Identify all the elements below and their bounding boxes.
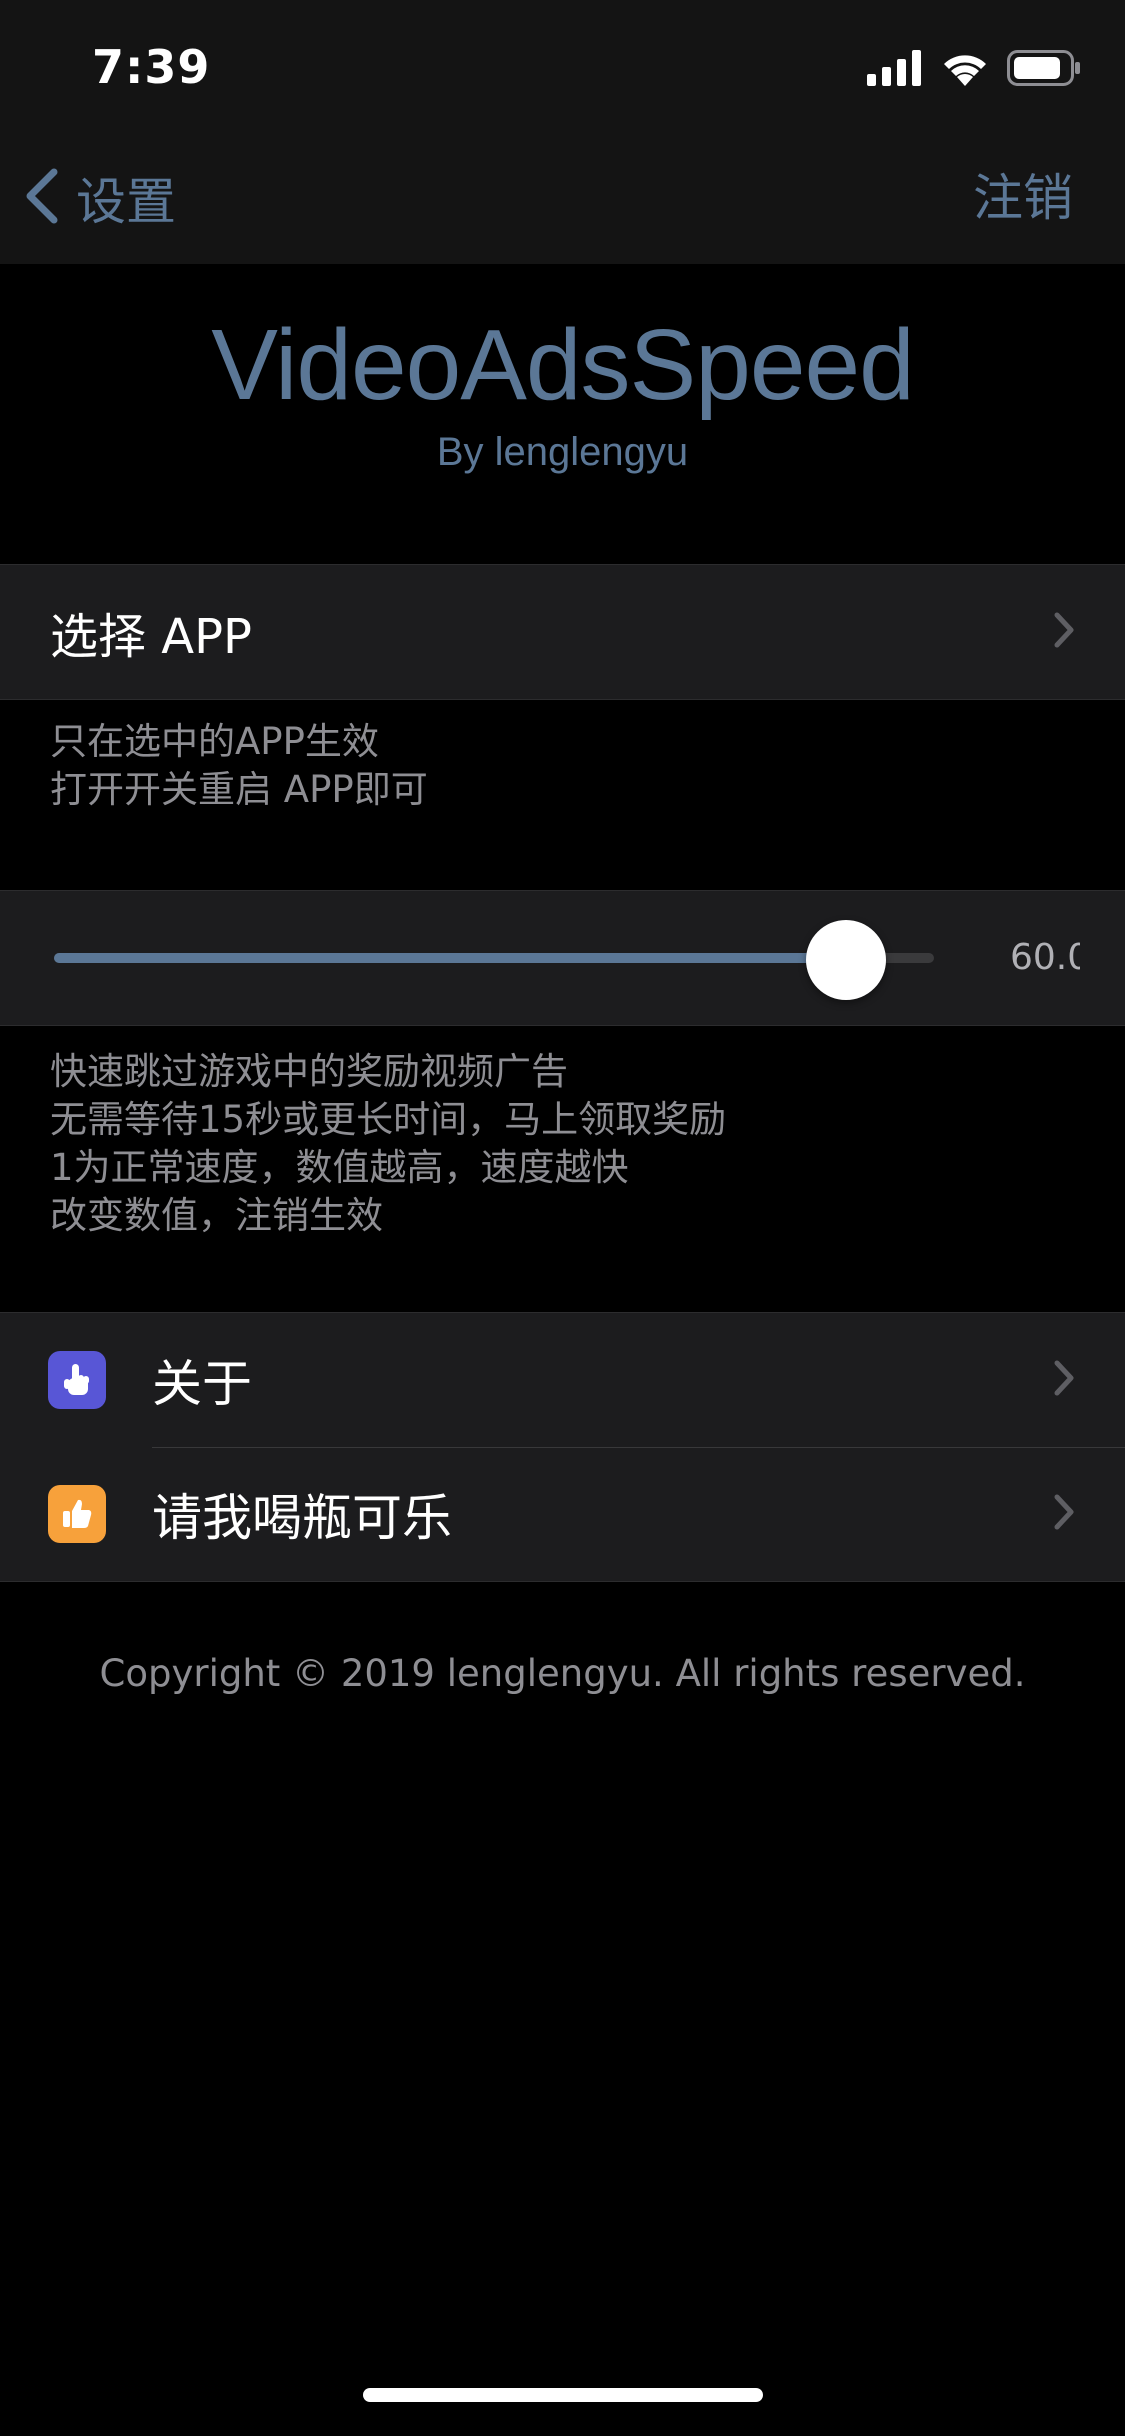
speed-slider-track[interactable]	[54, 953, 934, 963]
about-cell[interactable]: 关于	[0, 1313, 1125, 1447]
app-title: VideoAdsSpeed	[211, 309, 914, 421]
select-app-label: 选择 APP	[50, 609, 252, 665]
speed-footer: 快速跳过游戏中的奖励视频广告 无需等待15秒或更长时间，马上领取奖励 1为正常速…	[50, 1048, 726, 1240]
speed-slider-fill	[54, 953, 846, 963]
status-icons	[867, 48, 1081, 92]
battery-icon	[1007, 50, 1081, 90]
copyright-text: Copyright © 2019 lenglengyu. All rights …	[99, 1652, 1026, 1695]
status-bar: 7:39	[0, 0, 1125, 132]
thumbs-up-icon	[48, 1485, 106, 1543]
chevron-right-icon	[1053, 1359, 1075, 1401]
status-time: 7:39	[92, 40, 211, 94]
logout-button[interactable]: 注销	[973, 162, 1073, 234]
footer-line: 改变数值，注销生效	[50, 1194, 383, 1237]
pointing-hand-icon	[48, 1351, 106, 1409]
app-subtitle: By lenglengyu	[436, 430, 689, 474]
chevron-right-icon	[1053, 1493, 1075, 1535]
back-button[interactable]: 设置	[22, 162, 176, 234]
footer-line: 只在选中的APP生效	[50, 720, 379, 763]
footer-line: 打开开关重启 APP即可	[50, 768, 428, 811]
chevron-left-icon	[22, 166, 62, 230]
footer-line: 1为正常速度，数值越高，速度越快	[50, 1146, 629, 1189]
links-group: 关于 请我喝瓶可乐	[0, 1312, 1125, 1582]
app-header: VideoAdsSpeed By lenglengyu	[0, 264, 1125, 564]
donate-cell[interactable]: 请我喝瓶可乐	[0, 1447, 1125, 1581]
wifi-icon	[941, 50, 989, 90]
footer-line: 快速跳过游戏中的奖励视频广告	[50, 1050, 568, 1093]
home-indicator[interactable]	[363, 2388, 763, 2402]
chevron-right-icon	[1053, 611, 1075, 653]
speed-slider-thumb[interactable]	[806, 920, 886, 1000]
back-button-label: 设置	[76, 173, 176, 231]
signal-icon	[867, 50, 923, 90]
speed-value: 60.0	[1010, 937, 1080, 978]
footer-line: 无需等待15秒或更长时间，马上领取奖励	[50, 1098, 727, 1141]
select-app-cell[interactable]: 选择 APP	[0, 565, 1125, 699]
select-app-footer: 只在选中的APP生效 打开开关重启 APP即可	[50, 718, 428, 814]
donate-label: 请我喝瓶可乐	[152, 1489, 452, 1547]
speed-group: 60.0	[0, 890, 1125, 1026]
about-label: 关于	[152, 1355, 252, 1413]
navigation-bar: 设置 注销	[0, 132, 1125, 264]
speed-slider-cell: 60.0	[0, 891, 1125, 1025]
select-app-group: 选择 APP	[0, 564, 1125, 700]
